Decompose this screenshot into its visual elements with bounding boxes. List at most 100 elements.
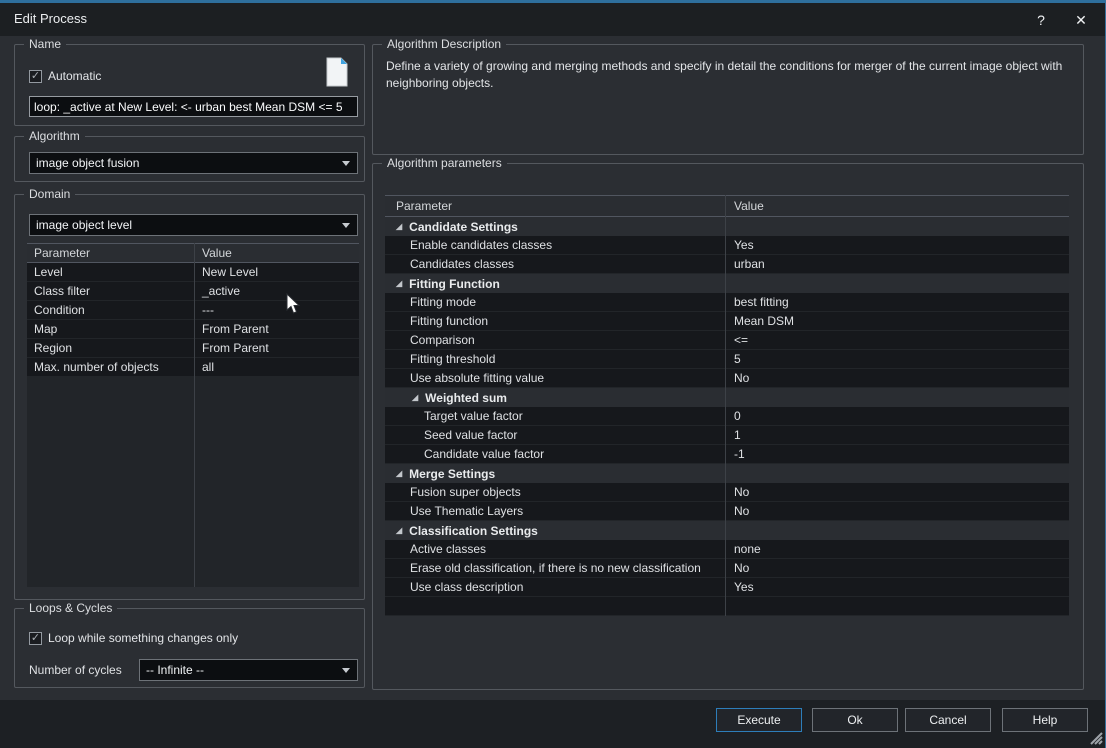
domain-dropdown[interactable]: image object level xyxy=(29,214,358,236)
param-value: Mean DSM xyxy=(725,312,1068,330)
header-parameter: Parameter xyxy=(385,196,725,216)
chevron-down-icon xyxy=(342,668,350,673)
param-label: Fusion super objects xyxy=(385,483,725,501)
automatic-checkbox[interactable]: ✓ xyxy=(29,70,42,83)
loops-group: Loops & Cycles ✓ Loop while something ch… xyxy=(14,608,365,688)
help-icon[interactable]: ? xyxy=(1027,9,1055,31)
subsection-row[interactable]: Weighted sum xyxy=(385,388,1069,407)
ok-button[interactable]: Ok xyxy=(812,708,898,732)
param-value: Yes xyxy=(725,578,1068,596)
param-label: Fitting threshold xyxy=(385,350,725,368)
table-row[interactable]: Map From Parent xyxy=(27,320,359,339)
param-row[interactable]: Use Thematic Layers No xyxy=(385,502,1069,521)
loop-checkbox-row[interactable]: ✓ Loop while something changes only xyxy=(29,631,238,645)
param-label: Fitting mode xyxy=(385,293,725,311)
section-row[interactable]: Candidate Settings xyxy=(385,217,1069,236)
param-label: Fitting function xyxy=(385,312,725,330)
empty-row[interactable] xyxy=(385,597,1069,616)
expander-icon[interactable] xyxy=(396,222,402,231)
header-value: Value xyxy=(194,244,358,262)
table-row[interactable]: Level New Level xyxy=(27,263,359,282)
param-label: Comparison xyxy=(385,331,725,349)
cancel-button[interactable]: Cancel xyxy=(905,708,991,732)
title-bar[interactable]: Edit Process ? ✕ xyxy=(0,3,1105,36)
algorithm-selected: image object fusion xyxy=(36,156,139,170)
row-value: From Parent xyxy=(194,320,358,338)
expander-icon[interactable] xyxy=(396,526,402,535)
algorithm-description-text: Define a variety of growing and merging … xyxy=(386,58,1068,93)
close-icon[interactable]: ✕ xyxy=(1067,9,1095,31)
param-row[interactable]: Enable candidates classes Yes xyxy=(385,236,1069,255)
automatic-label: Automatic xyxy=(48,69,101,83)
section-label: Fitting Function xyxy=(409,277,500,291)
algorithm-dropdown[interactable]: image object fusion xyxy=(29,152,358,174)
parameters-group-label: Algorithm parameters xyxy=(382,156,507,170)
help-button[interactable]: Help xyxy=(1002,708,1088,732)
column-divider[interactable] xyxy=(194,243,195,587)
row-param: Class filter xyxy=(27,282,194,300)
param-row[interactable]: Fitting threshold 5 xyxy=(385,350,1069,369)
checkmark-icon: ✓ xyxy=(31,71,40,82)
row-value: all xyxy=(194,358,358,376)
table-row[interactable]: Max. number of objects all xyxy=(27,358,359,377)
automatic-checkbox-row[interactable]: ✓ Automatic xyxy=(29,69,101,83)
param-row[interactable]: Seed value factor 1 xyxy=(385,426,1069,445)
param-label: Active classes xyxy=(385,540,725,558)
param-row[interactable]: Use class description Yes xyxy=(385,578,1069,597)
loop-checkbox[interactable]: ✓ xyxy=(29,632,42,645)
param-row[interactable]: Use absolute fitting value No xyxy=(385,369,1069,388)
param-value: Yes xyxy=(725,236,1068,254)
name-group-label: Name xyxy=(24,37,66,51)
checkmark-icon: ✓ xyxy=(31,633,40,644)
expander-icon[interactable] xyxy=(396,469,402,478)
param-value: urban xyxy=(725,255,1068,273)
chevron-down-icon xyxy=(342,223,350,228)
loops-group-label: Loops & Cycles xyxy=(24,601,117,615)
param-row[interactable]: Fusion super objects No xyxy=(385,483,1069,502)
param-row[interactable]: Fitting mode best fitting xyxy=(385,293,1069,312)
param-label: Candidate value factor xyxy=(385,445,725,463)
domain-table-header: Parameter Value xyxy=(27,243,359,263)
button-bar: Execute Ok Cancel Help xyxy=(0,700,1106,748)
param-row[interactable]: Fitting function Mean DSM xyxy=(385,312,1069,331)
description-group: Algorithm Description Define a variety o… xyxy=(372,44,1084,155)
new-document-icon[interactable] xyxy=(326,57,348,87)
column-divider[interactable] xyxy=(725,195,726,616)
row-param: Max. number of objects xyxy=(27,358,194,376)
param-label: Seed value factor xyxy=(385,426,725,444)
param-value: No xyxy=(725,502,1068,520)
row-param: Region xyxy=(27,339,194,357)
table-row[interactable]: Region From Parent xyxy=(27,339,359,358)
section-row[interactable]: Fitting Function xyxy=(385,274,1069,293)
param-value: No xyxy=(725,483,1068,501)
execute-button[interactable]: Execute xyxy=(716,708,802,732)
domain-group-label: Domain xyxy=(24,187,75,201)
row-param: Condition xyxy=(27,301,194,319)
param-row[interactable]: Candidate value factor -1 xyxy=(385,445,1069,464)
param-value: 5 xyxy=(725,350,1068,368)
param-value: <= xyxy=(725,331,1068,349)
row-value: _active xyxy=(194,282,358,300)
param-value: none xyxy=(725,540,1068,558)
domain-table: Parameter Value Level New Level Class fi… xyxy=(27,243,359,587)
window-title: Edit Process xyxy=(14,11,87,26)
param-row[interactable]: Candidates classes urban xyxy=(385,255,1069,274)
process-name-input[interactable]: loop: _active at New Level: <- urban bes… xyxy=(29,96,358,117)
param-row[interactable]: Comparison <= xyxy=(385,331,1069,350)
section-row[interactable]: Classification Settings xyxy=(385,521,1069,540)
expander-icon[interactable] xyxy=(412,393,418,402)
section-row[interactable]: Merge Settings xyxy=(385,464,1069,483)
cycles-dropdown[interactable]: -- Infinite -- xyxy=(139,659,358,681)
param-row[interactable]: Erase old classification, if there is no… xyxy=(385,559,1069,578)
section-label: Merge Settings xyxy=(409,467,495,481)
param-row[interactable]: Active classes none xyxy=(385,540,1069,559)
resize-grip-icon[interactable] xyxy=(1087,729,1103,745)
domain-group: Domain image object level Parameter Valu… xyxy=(14,194,365,600)
header-parameter: Parameter xyxy=(27,244,194,262)
param-row[interactable]: Target value factor 0 xyxy=(385,407,1069,426)
row-param: Map xyxy=(27,320,194,338)
expander-icon[interactable] xyxy=(396,279,402,288)
table-row[interactable]: Condition --- xyxy=(27,301,359,320)
parameters-table: Parameter Value Candidate Settings Enabl… xyxy=(385,195,1069,616)
table-row[interactable]: Class filter _active xyxy=(27,282,359,301)
